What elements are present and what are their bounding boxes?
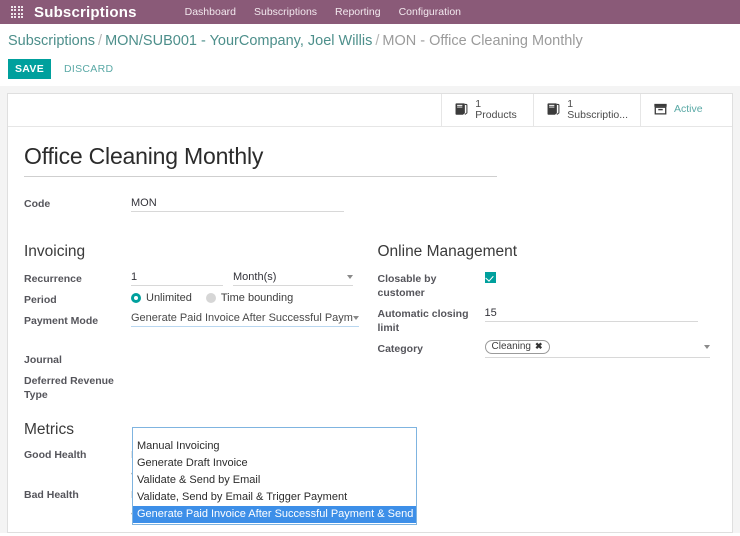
- radio-option-unlimited[interactable]: Unlimited: [131, 292, 192, 304]
- label-period: Period: [24, 291, 131, 307]
- book-icon: [546, 102, 561, 119]
- field-row-recurrence: Recurrence Month(s): [24, 270, 363, 286]
- label-journal: Journal: [24, 351, 131, 367]
- field-row-category: Category Cleaning ✖: [378, 340, 717, 358]
- label-category: Category: [378, 340, 485, 356]
- breadcrumb: Subscriptions/MON/SUB001 - YourCompany, …: [8, 32, 732, 53]
- value-payment-mode: Generate Paid Invoice After Successful P…: [131, 312, 363, 327]
- group-title-online-management: Online Management: [378, 243, 717, 261]
- stat-button-products[interactable]: 1 Products: [441, 94, 533, 126]
- stat-label-products: Products: [475, 110, 516, 121]
- dropdown-option-generate-paid-invoice-send-by-email[interactable]: Generate Paid Invoice After Successful P…: [133, 506, 416, 523]
- field-row-journal: Journal: [24, 351, 363, 367]
- stat-text-subscriptions: 1 Subscriptio...: [567, 99, 628, 121]
- value-automatic-closing-limit: [485, 305, 717, 322]
- breadcrumb-current: MON - Office Cleaning Monthly: [382, 33, 582, 49]
- dropdown-option-generate-draft-invoice[interactable]: Generate Draft Invoice: [133, 455, 416, 472]
- stat-label-subscriptions: Subscriptio...: [567, 110, 628, 121]
- breadcrumb-parent[interactable]: MON/SUB001 - YourCompany, Joel Willis: [105, 33, 372, 49]
- value-closable-by-customer: [485, 270, 717, 284]
- main-menu: Dashboard Subscriptions Reporting Config…: [185, 6, 461, 18]
- chevron-down-icon: [353, 316, 359, 320]
- chevron-down-icon: [704, 345, 710, 349]
- breadcrumb-separator-1: /: [98, 33, 102, 49]
- category-tag-cleaning[interactable]: Cleaning ✖: [485, 340, 550, 354]
- code-field-row: Code: [8, 177, 732, 212]
- closable-by-customer-checkbox[interactable]: [485, 272, 496, 283]
- save-button[interactable]: SAVE: [8, 59, 51, 79]
- radio-label-unlimited: Unlimited: [146, 292, 192, 304]
- stat-button-active[interactable]: Active: [640, 94, 732, 126]
- field-row-automatic-closing-limit: Automatic closing limit: [378, 305, 717, 335]
- menu-item-dashboard[interactable]: Dashboard: [185, 6, 236, 18]
- title-wrapper: Office Cleaning Monthly: [8, 127, 732, 177]
- period-radio-group: Unlimited Time bounding: [131, 291, 363, 304]
- recurrence-interval-input[interactable]: [131, 270, 223, 286]
- discard-button[interactable]: DISCARD: [59, 59, 118, 79]
- field-row-period: Period Unlimited Time bounding: [24, 291, 363, 307]
- field-row-payment-mode: Payment Mode Generate Paid Invoice After…: [24, 312, 363, 328]
- recurrence-unit-value: Month(s): [233, 271, 276, 283]
- group-online-management: Online Management Closable by customer A…: [378, 243, 717, 407]
- page-title[interactable]: Office Cleaning Monthly: [24, 143, 497, 177]
- radio-option-time-bounding[interactable]: Time bounding: [206, 292, 293, 304]
- dropdown-option-validate-send-by-email[interactable]: Validate & Send by Email: [133, 472, 416, 489]
- app-brand-title[interactable]: Subscriptions: [34, 4, 137, 21]
- control-panel-buttons: SAVE DISCARD: [8, 53, 732, 86]
- code-input[interactable]: [131, 196, 344, 212]
- spacer: [24, 333, 363, 351]
- stat-button-row: 1 Products 1 Subscriptio...: [8, 94, 732, 127]
- apps-grid-glyph: [11, 6, 24, 19]
- payment-mode-select[interactable]: Generate Paid Invoice After Successful P…: [131, 312, 359, 327]
- archive-box-icon: [653, 102, 668, 119]
- label-code: Code: [24, 195, 131, 211]
- breadcrumb-root[interactable]: Subscriptions: [8, 33, 95, 49]
- value-code: [131, 195, 716, 212]
- value-category: Cleaning ✖: [485, 340, 717, 358]
- recurrence-controls: Month(s): [131, 270, 363, 286]
- field-row-deferred-revenue-type: Deferred Revenue Type: [24, 372, 363, 402]
- label-recurrence: Recurrence: [24, 270, 131, 286]
- breadcrumb-separator-2: /: [375, 33, 379, 49]
- group-title-invoicing: Invoicing: [24, 243, 363, 261]
- label-good-health: Good Health: [24, 448, 131, 463]
- menu-item-configuration[interactable]: Configuration: [399, 6, 461, 18]
- field-row-closable-by-customer: Closable by customer: [378, 270, 717, 300]
- sheet-background: 1 Products 1 Subscriptio...: [0, 86, 740, 533]
- radio-dot-unlimited-icon: [131, 293, 141, 303]
- payment-mode-value: Generate Paid Invoice After Successful P…: [131, 312, 353, 324]
- group-invoicing: Invoicing Recurrence Month(s): [24, 243, 363, 407]
- stat-text-products: 1 Products: [475, 99, 516, 121]
- label-deferred-revenue-type: Deferred Revenue Type: [24, 372, 131, 402]
- radio-dot-time-bounding-icon: [206, 293, 216, 303]
- label-closable-by-customer: Closable by customer: [378, 270, 485, 300]
- label-payment-mode: Payment Mode: [24, 312, 131, 328]
- menu-item-reporting[interactable]: Reporting: [335, 6, 381, 18]
- dropdown-option-validate-send-trigger-payment[interactable]: Validate, Send by Email & Trigger Paymen…: [133, 489, 416, 506]
- value-recurrence: Month(s): [131, 270, 363, 286]
- automatic-closing-limit-input[interactable]: [485, 306, 698, 322]
- apps-grid-icon[interactable]: [0, 0, 34, 24]
- stat-label-active: Active: [674, 104, 703, 115]
- category-tag-label: Cleaning: [492, 341, 531, 352]
- form-columns: Invoicing Recurrence Month(s): [8, 217, 732, 407]
- stat-text-active: Active: [674, 104, 703, 115]
- recurrence-unit-select[interactable]: Month(s): [233, 271, 353, 286]
- chevron-down-icon: [347, 275, 353, 279]
- payment-mode-dropdown-list[interactable]: Manual Invoicing Generate Draft Invoice …: [132, 427, 417, 525]
- value-period: Unlimited Time bounding: [131, 291, 363, 304]
- dropdown-option-manual-invoicing[interactable]: Manual Invoicing: [133, 438, 416, 455]
- label-automatic-closing-limit: Automatic closing limit: [378, 305, 485, 335]
- radio-label-time-bounding: Time bounding: [221, 292, 293, 304]
- stat-button-subscriptions[interactable]: 1 Subscriptio...: [533, 94, 640, 126]
- label-bad-health: Bad Health: [24, 488, 131, 503]
- book-icon: [454, 102, 469, 119]
- close-icon[interactable]: ✖: [535, 341, 543, 352]
- form-sheet: 1 Products 1 Subscriptio...: [7, 93, 733, 533]
- top-navbar: Subscriptions Dashboard Subscriptions Re…: [0, 0, 740, 24]
- menu-item-subscriptions[interactable]: Subscriptions: [254, 6, 317, 18]
- category-many2many-field[interactable]: Cleaning ✖: [485, 340, 710, 358]
- field-row-code: Code: [24, 195, 716, 212]
- control-panel: Subscriptions/MON/SUB001 - YourCompany, …: [0, 24, 740, 86]
